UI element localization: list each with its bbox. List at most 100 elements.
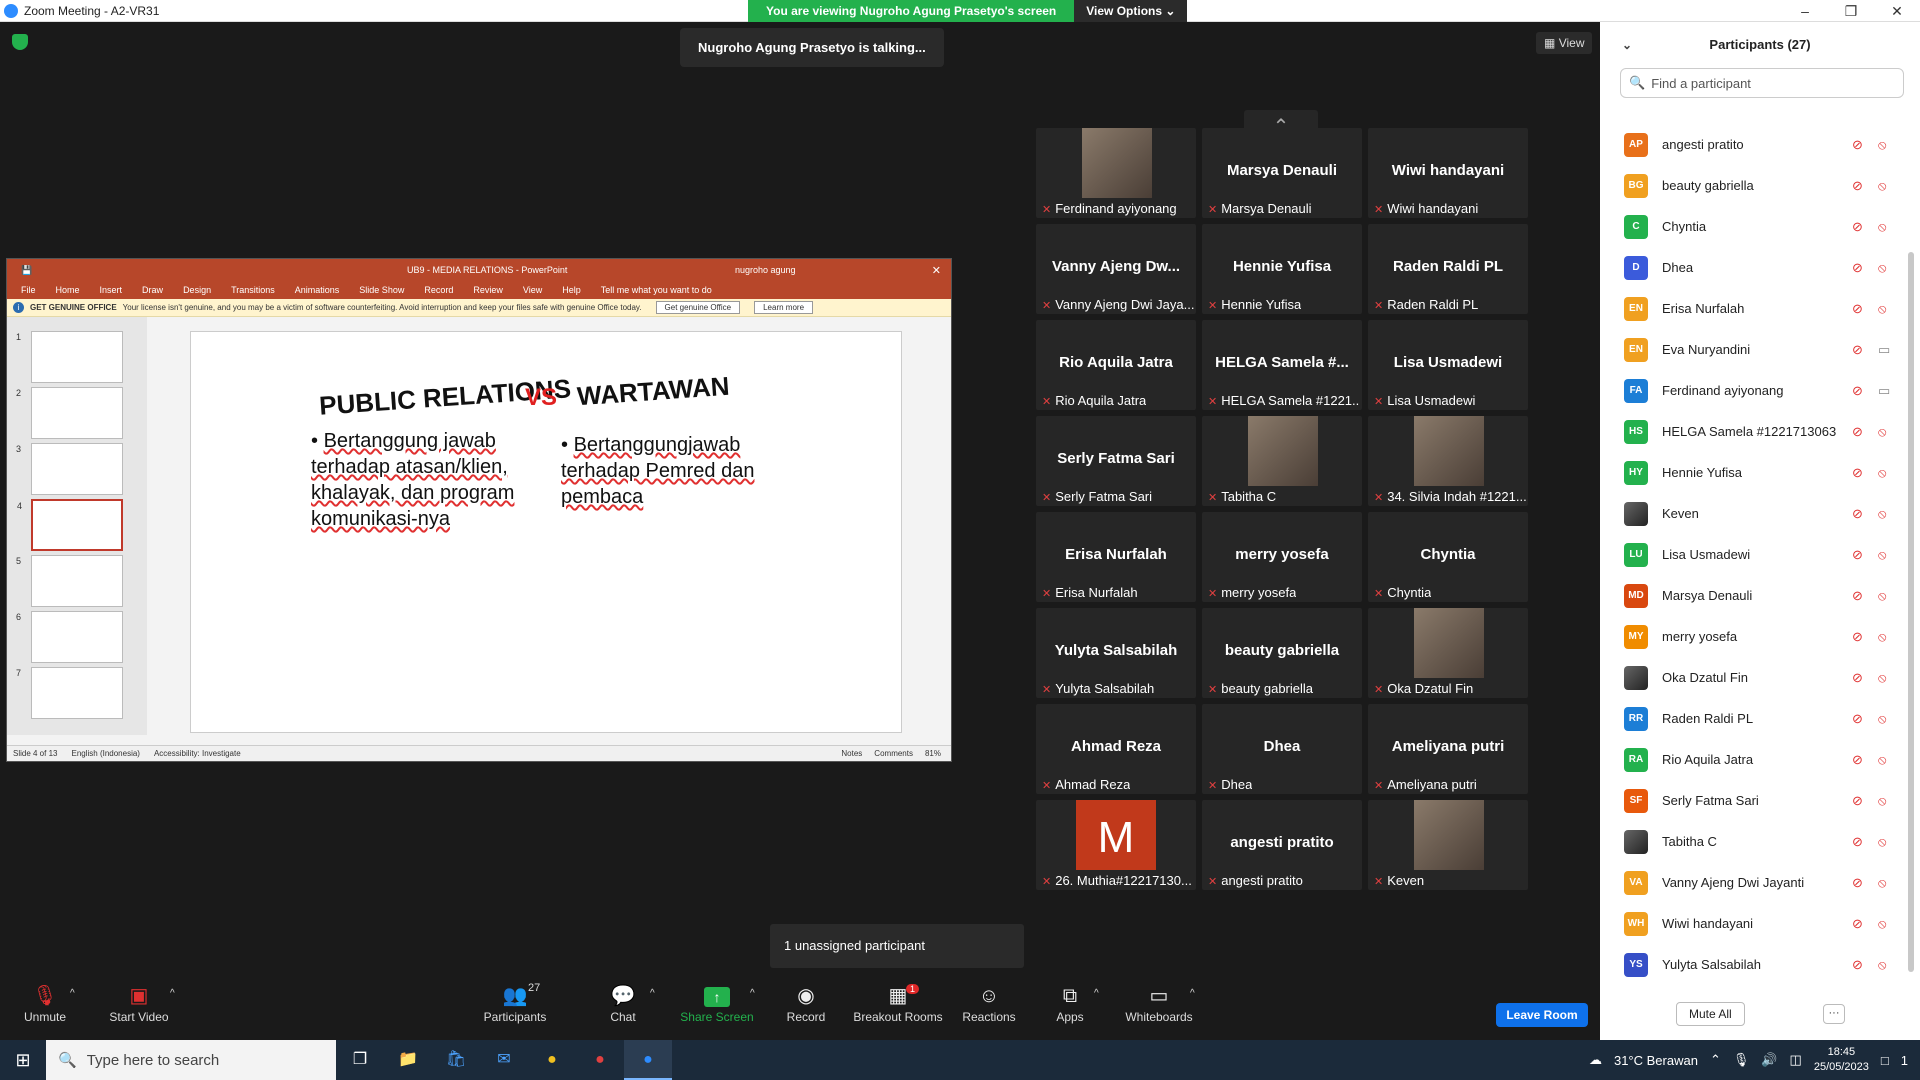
video-off-icon[interactable]: ⦸: [1878, 875, 1886, 891]
notification-icon[interactable]: □: [1881, 1053, 1889, 1068]
view-button[interactable]: ▦ View: [1536, 32, 1593, 54]
unmute-button[interactable]: 🎙 Unmute: [22, 982, 68, 1024]
video-off-icon[interactable]: ⦸: [1878, 465, 1886, 481]
whiteboard-options-caret[interactable]: ^: [1190, 988, 1195, 999]
collapse-chevron-icon[interactable]: ⌄: [1622, 22, 1632, 68]
mic-muted-icon[interactable]: ⊘: [1852, 383, 1863, 399]
record-button[interactable]: ◉ Record: [784, 982, 828, 1024]
chrome-profile-icon[interactable]: ●: [576, 1040, 624, 1080]
chat-button[interactable]: 💬 Chat: [608, 982, 638, 1024]
participant-video-tile[interactable]: ✕ 34. Silvia Indah #1221...: [1368, 416, 1528, 506]
participant-row[interactable]: Keven ⊘ ⦸: [1600, 493, 1904, 534]
mic-muted-icon[interactable]: ⊘: [1852, 342, 1863, 358]
participant-video-tile[interactable]: HELGA Samela #... ✕ HELGA Samela #1221...: [1202, 320, 1362, 410]
participant-row[interactable]: EN Eva Nuryandini ⊘ ▭: [1600, 329, 1904, 370]
participant-video-tile[interactable]: ✕ Keven: [1368, 800, 1528, 890]
video-off-icon[interactable]: ⦸: [1878, 834, 1886, 850]
tray-chevron-icon[interactable]: ⌃: [1710, 1052, 1721, 1068]
video-off-icon[interactable]: ⦸: [1878, 219, 1886, 235]
mic-muted-icon[interactable]: ⊘: [1852, 137, 1863, 153]
participant-row[interactable]: FA Ferdinand ayiyonang ⊘ ▭: [1600, 370, 1904, 411]
participant-video-tile[interactable]: Rio Aquila Jatra ✕ Rio Aquila Jatra: [1036, 320, 1196, 410]
view-options-button[interactable]: View Options ⌄: [1074, 0, 1188, 22]
video-off-icon[interactable]: ⦸: [1878, 670, 1886, 686]
participant-video-tile[interactable]: Marsya Denauli ✕ Marsya Denauli: [1202, 128, 1362, 218]
participant-video-tile[interactable]: Ameliyana putri ✕ Ameliyana putri: [1368, 704, 1528, 794]
video-off-icon[interactable]: ⦸: [1878, 957, 1886, 973]
restore-icon[interactable]: ❐: [1828, 0, 1874, 22]
panel-scrollbar[interactable]: [1908, 252, 1914, 972]
close-icon[interactable]: ✕: [1874, 0, 1920, 22]
participant-row[interactable]: YS Yulyta Salsabilah ⊘ ⦸: [1600, 944, 1904, 985]
participant-video-tile[interactable]: ✕ Ferdinand ayiyonang: [1036, 128, 1196, 218]
mic-muted-icon[interactable]: ⊘: [1852, 834, 1863, 850]
participant-video-tile[interactable]: Raden Raldi PL ✕ Raden Raldi PL: [1368, 224, 1528, 314]
task-view-icon[interactable]: ❐: [336, 1040, 384, 1080]
participant-video-tile[interactable]: Lisa Usmadewi ✕ Lisa Usmadewi: [1368, 320, 1528, 410]
participant-row[interactable]: WH Wiwi handayani ⊘ ⦸: [1600, 903, 1904, 944]
mic-muted-icon[interactable]: ⊘: [1852, 424, 1863, 440]
participant-video-tile[interactable]: Serly Fatma Sari ✕ Serly Fatma Sari: [1036, 416, 1196, 506]
leave-room-button[interactable]: Leave Room: [1496, 1003, 1588, 1027]
mic-muted-icon[interactable]: ⊘: [1852, 547, 1863, 563]
participant-row[interactable]: D Dhea ⊘ ⦸: [1600, 247, 1904, 288]
participant-row[interactable]: BG beauty gabriella ⊘ ⦸: [1600, 165, 1904, 206]
video-off-icon[interactable]: ⦸: [1878, 137, 1886, 153]
mute-all-button[interactable]: Mute All: [1676, 1002, 1745, 1026]
participant-video-tile[interactable]: ✕ Tabitha C: [1202, 416, 1362, 506]
video-off-icon[interactable]: ⦸: [1878, 260, 1886, 276]
mic-muted-icon[interactable]: ⊘: [1852, 588, 1863, 604]
participant-row[interactable]: RR Raden Raldi PL ⊘ ⦸: [1600, 698, 1904, 739]
participant-row[interactable]: MD Marsya Denauli ⊘ ⦸: [1600, 575, 1904, 616]
participant-search-input[interactable]: 🔍 Find a participant: [1620, 68, 1904, 98]
chat-options-caret[interactable]: ^: [650, 988, 655, 999]
video-options-caret[interactable]: ^: [170, 988, 175, 999]
apps-options-caret[interactable]: ^: [1094, 988, 1099, 999]
taskbar-search-input[interactable]: 🔍 Type here to search: [46, 1040, 336, 1080]
minimize-icon[interactable]: –: [1782, 0, 1828, 22]
mic-muted-icon[interactable]: ⊘: [1852, 711, 1863, 727]
participant-video-tile[interactable]: merry yosefa ✕ merry yosefa: [1202, 512, 1362, 602]
participant-row[interactable]: Tabitha C ⊘ ⦸: [1600, 821, 1904, 862]
mic-muted-icon[interactable]: ⊘: [1852, 260, 1863, 276]
participant-video-tile[interactable]: beauty gabriella ✕ beauty gabriella: [1202, 608, 1362, 698]
network-icon[interactable]: ◫: [1790, 1052, 1802, 1068]
participant-video-tile[interactable]: M ✕ 26. Muthia#12217130...: [1036, 800, 1196, 890]
share-options-caret[interactable]: ^: [750, 988, 755, 999]
participant-video-tile[interactable]: ✕ Oka Dzatul Fin: [1368, 608, 1528, 698]
unassigned-participant-popup[interactable]: 1 unassigned participant: [770, 924, 1024, 968]
more-options-button[interactable]: ···: [1823, 1004, 1845, 1024]
share-screen-button[interactable]: ↑ Share Screen: [680, 982, 754, 1024]
breakout-rooms-button[interactable]: ▦ 1 Breakout Rooms: [852, 982, 944, 1024]
video-off-icon[interactable]: ⦸: [1878, 301, 1886, 317]
participant-row[interactable]: EN Erisa Nurfalah ⊘ ⦸: [1600, 288, 1904, 329]
video-off-icon[interactable]: ⦸: [1878, 752, 1886, 768]
mic-muted-icon[interactable]: ⊘: [1852, 916, 1863, 932]
participant-row[interactable]: SF Serly Fatma Sari ⊘ ⦸: [1600, 780, 1904, 821]
participant-video-tile[interactable]: Wiwi handayani ✕ Wiwi handayani: [1368, 128, 1528, 218]
video-off-icon[interactable]: ⦸: [1878, 178, 1886, 194]
store-icon[interactable]: 🛍: [432, 1040, 480, 1080]
participant-row[interactable]: Oka Dzatul Fin ⊘ ⦸: [1600, 657, 1904, 698]
clock[interactable]: 18:45 25/05/2023: [1814, 1045, 1869, 1075]
mic-muted-icon[interactable]: ⊘: [1852, 752, 1863, 768]
participant-row[interactable]: MY merry yosefa ⊘ ⦸: [1600, 616, 1904, 657]
audio-options-caret[interactable]: ^: [70, 988, 75, 999]
participant-row[interactable]: HS HELGA Samela #1221713063 ⊘ ⦸: [1600, 411, 1904, 452]
apps-button[interactable]: ⧉ Apps: [1054, 982, 1086, 1024]
participant-video-tile[interactable]: Hennie Yufisa ✕ Hennie Yufisa: [1202, 224, 1362, 314]
whiteboards-button[interactable]: ▭ Whiteboards: [1124, 982, 1194, 1024]
mic-muted-icon[interactable]: ⊘: [1852, 465, 1863, 481]
reactions-button[interactable]: ☺ Reactions: [962, 982, 1016, 1024]
zoom-app-icon[interactable]: ●: [624, 1040, 672, 1080]
mic-muted-icon[interactable]: ⊘: [1852, 178, 1863, 194]
mic-muted-icon[interactable]: ⊘: [1852, 875, 1863, 891]
mic-muted-icon[interactable]: ⊘: [1852, 219, 1863, 235]
video-off-icon[interactable]: ⦸: [1878, 588, 1886, 604]
participants-button[interactable]: 👥 27 Participants: [480, 982, 550, 1024]
participant-video-tile[interactable]: Chyntia ✕ Chyntia: [1368, 512, 1528, 602]
mic-muted-icon[interactable]: ⊘: [1852, 506, 1863, 522]
video-off-icon[interactable]: ⦸: [1878, 629, 1886, 645]
participant-video-tile[interactable]: Dhea ✕ Dhea: [1202, 704, 1362, 794]
shield-icon[interactable]: [12, 34, 28, 50]
